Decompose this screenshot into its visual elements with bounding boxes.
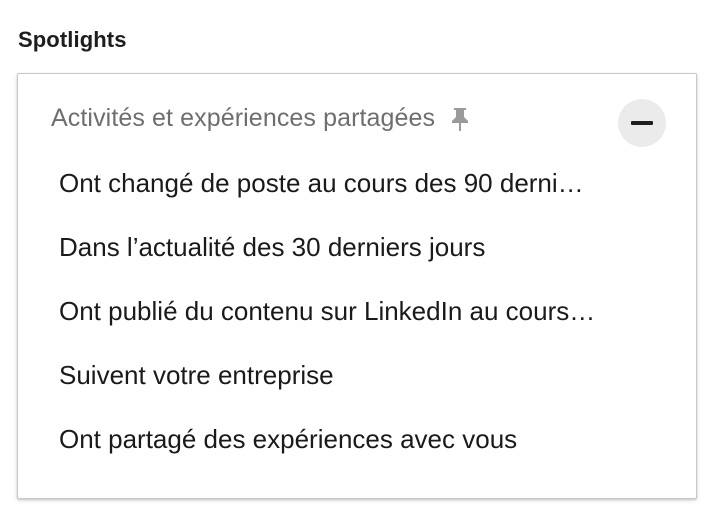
spotlights-filter: Spotlights Activités et expériences part… — [0, 0, 722, 528]
spotlight-option-changed-jobs[interactable]: Ont changé de poste au cours des 90 dern… — [59, 167, 659, 231]
pin-icon — [449, 106, 471, 132]
minus-icon — [631, 121, 653, 125]
spotlight-option-follow-company[interactable]: Suivent votre entreprise — [59, 359, 659, 423]
spotlights-dropdown-panel: Activités et expériences partagées Ont c… — [17, 73, 697, 499]
spotlight-options-list: Ont changé de poste au cours des 90 dern… — [59, 167, 659, 487]
spotlight-option-posted-on-linkedin[interactable]: Ont publié du contenu sur LinkedIn au co… — [59, 295, 659, 359]
collapse-group-button[interactable] — [618, 99, 666, 147]
group-header: Activités et expériences partagées — [51, 104, 471, 133]
group-title: Activités et expériences partagées — [51, 104, 436, 132]
section-label: Spotlights — [18, 27, 127, 52]
spotlight-option-in-the-news[interactable]: Dans l’actualité des 30 derniers jours — [59, 231, 659, 295]
spotlight-option-shared-experiences[interactable]: Ont partagé des expériences avec vous — [59, 423, 659, 487]
